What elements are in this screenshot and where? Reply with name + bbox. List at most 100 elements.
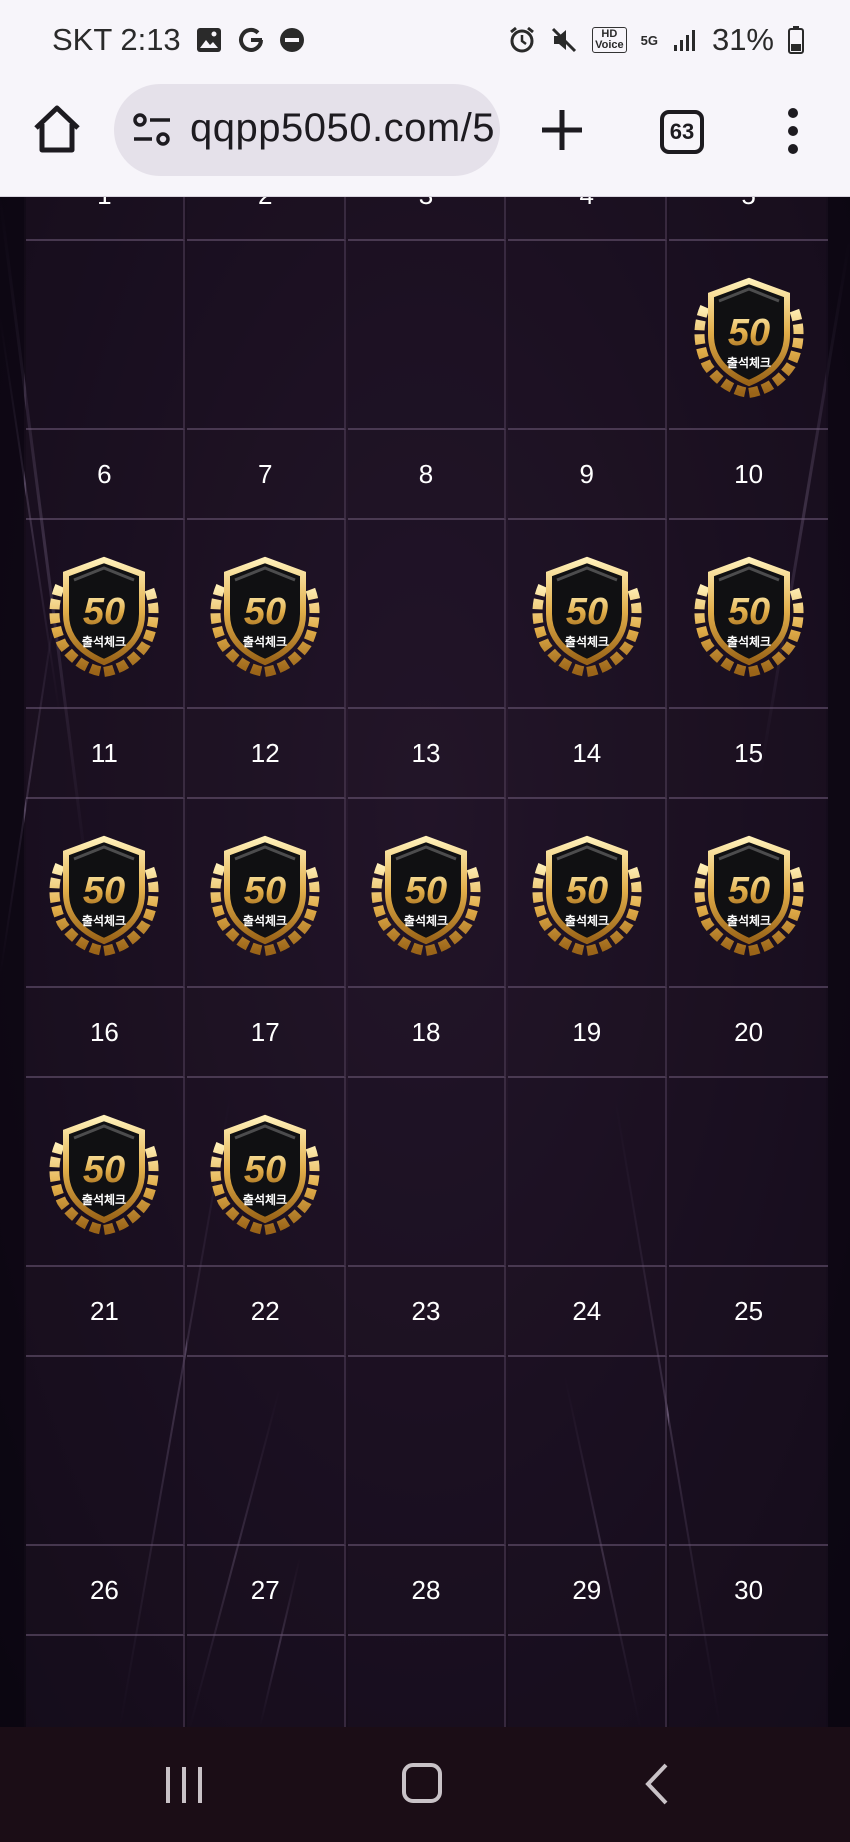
day-stamp-cell [186,241,346,430]
home-icon[interactable] [30,102,84,156]
badge-text: 출석체크 [243,634,287,649]
badge-number: 50 [727,870,769,912]
system-navigation-bar [0,1727,850,1842]
attendance-badge-icon: 50출석체크 [49,1114,159,1235]
badge-number: 50 [566,591,608,633]
attendance-badge-icon: 50출석체크 [49,556,159,677]
hd-voice-badge: HD Voice [592,27,627,53]
day-stamp-cell: 50 출석체크 [347,799,507,988]
site-info-icon[interactable] [132,112,172,148]
day-number: 24 [508,1267,668,1357]
attendance-badge-icon: 50출석체크 [694,277,804,398]
day-stamp-cell [347,1078,507,1267]
carrier-time: SKT 2:13 [52,22,181,57]
browser-toolbar: qqpp5050.com/5 63 [0,80,850,197]
day-number: 23 [347,1267,507,1357]
badge-text: 출석체크 [565,913,609,928]
attendance-badge-icon: 50출석체크 [210,835,320,956]
tab-switcher-button[interactable]: 63 [660,110,704,154]
web-content: 1234550출석체크67891050출석체크50출석체크50출석체크50출석체… [0,197,850,1727]
day-number: 8 [347,430,507,520]
day-stamp-cell: 50 출석체크 [186,520,346,709]
day-number: 15 [669,709,828,799]
attendance-badge-icon: 50출석체크 [371,835,481,956]
day-stamp-cell [26,1357,185,1546]
day-number: 22 [186,1267,346,1357]
day-stamp-cell [508,1357,668,1546]
day-number: 3 [347,197,507,241]
day-stamp-cell [347,520,507,709]
day-stamp-cell: 50 출석체크 [669,241,828,430]
badge-text: 출석체크 [726,355,770,370]
day-number: 28 [347,1546,507,1636]
day-stamp-cell: 50 출석체크 [669,520,828,709]
attendance-badge-icon: 50출석체크 [694,835,804,956]
nav-home-icon[interactable] [400,1761,444,1805]
day-number: 29 [508,1546,668,1636]
day-number: 6 [26,430,185,520]
day-number: 16 [26,988,185,1078]
attendance-badge-icon: 50출석체크 [210,556,320,677]
day-stamp-cell [347,241,507,430]
day-number: 14 [508,709,668,799]
day-number: 2 [186,197,346,241]
attendance-badge-icon: 50출석체크 [694,556,804,677]
day-stamp-cell: 50 출석체크 [26,520,185,709]
day-stamp-cell [347,1357,507,1546]
day-number: 19 [508,988,668,1078]
status-right: HD Voice 5G 31% [508,22,804,58]
overflow-menu-icon[interactable] [780,106,806,156]
day-stamp-cell [669,1636,828,1727]
status-left: SKT 2:13 [52,22,305,58]
day-number: 13 [347,709,507,799]
recent-apps-icon[interactable] [160,1763,210,1807]
battery-percent: 31% [711,22,774,57]
day-stamp-cell: 50 출석체크 [186,799,346,988]
attendance-badge-icon: 50출석체크 [532,556,642,677]
day-number: 1 [26,197,185,241]
badge-text: 출석체크 [82,1192,126,1207]
badge-text: 출석체크 [82,913,126,928]
do-not-disturb-icon [279,28,304,52]
day-number: 9 [508,430,668,520]
day-number: 5 [669,197,828,241]
new-tab-icon[interactable] [538,106,586,154]
alarm-icon [510,26,535,53]
status-bar: SKT 2:13 HD Voice 5G 31% [0,0,850,80]
badge-number: 50 [244,1149,286,1191]
day-number: 18 [347,988,507,1078]
badge-number: 50 [83,1149,125,1191]
badge-number: 50 [83,591,125,633]
day-number: 12 [186,709,346,799]
day-number: 30 [669,1546,828,1636]
gallery-icon [196,28,221,52]
day-stamp-cell [26,1636,185,1727]
google-icon [238,27,263,52]
day-stamp-cell [186,1357,346,1546]
badge-number: 50 [727,312,769,354]
day-number: 7 [186,430,346,520]
5g-badge: 5G [640,32,658,48]
back-icon[interactable] [642,1761,672,1807]
attendance-badge-icon: 50출석체크 [532,835,642,956]
url-text[interactable]: qqpp5050.com/5 [190,106,495,151]
day-stamp-cell: 50 출석체크 [186,1078,346,1267]
day-stamp-cell: 50 출석체크 [508,520,668,709]
day-stamp-cell [669,1357,828,1546]
day-number: 20 [669,988,828,1078]
badge-text: 출석체크 [243,913,287,928]
badge-text: 출석체크 [404,913,448,928]
day-stamp-cell: 50 출석체크 [669,799,828,988]
badge-number: 50 [244,870,286,912]
badge-text: 출석체크 [726,634,770,649]
battery-icon [788,26,804,54]
badge-number: 50 [83,870,125,912]
attendance-badge-icon: 50출석체크 [49,835,159,956]
day-stamp-cell: 50 출석체크 [26,799,185,988]
day-stamp-cell: 50 출석체크 [508,799,668,988]
day-number: 21 [26,1267,185,1357]
day-stamp-cell: 50 출석체크 [26,1078,185,1267]
badge-number: 50 [244,591,286,633]
address-bar[interactable]: qqpp5050.com/5 [114,84,500,176]
mute-icon [552,27,577,53]
